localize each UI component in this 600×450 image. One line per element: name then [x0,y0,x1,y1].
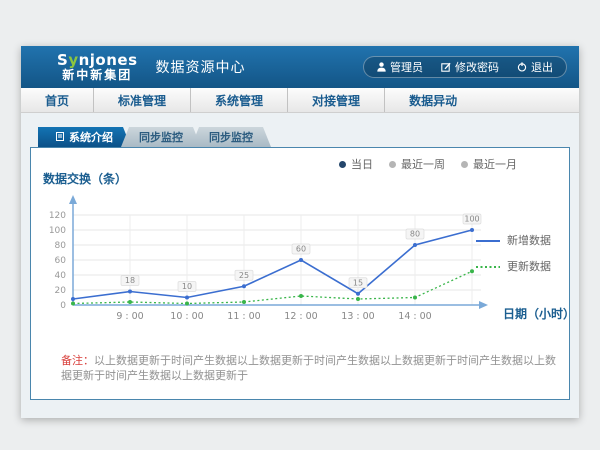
radio-dot-icon [339,161,346,168]
user-menu[interactable]: 管理员 [368,59,432,75]
app-header: Synjones 新中新集团 数据资源中心 管理员 修改密码 退出 [21,46,579,88]
change-password-button[interactable]: 修改密码 [432,59,508,75]
footnote: 备注：以上数据更新于时间产生数据以上数据更新于时间产生数据以上数据更新于时间产生… [61,354,561,384]
document-icon [56,131,64,144]
logo: Synjones 新中新集团 [57,53,138,81]
logout-label: 退出 [531,59,553,75]
tab-bar: 系统介绍 同步监控 同步监控 [38,127,570,147]
series-legend: 新增数据 更新数据 [476,232,551,274]
edit-icon [441,62,451,72]
svg-text:25: 25 [239,271,249,280]
chart-panel: 当日 最近一周 最近一月 数据交换（条） 0 20 40 60 80 100 120 9 : … [30,147,570,400]
svg-text:13 : 00: 13 : 00 [341,311,374,322]
svg-text:60: 60 [296,245,306,254]
radio-dot-icon [461,161,468,168]
nav-item-standard-mgmt[interactable]: 标准管理 [93,88,190,112]
tab-label: 同步监控 [139,129,183,145]
footnote-prefix: 备注： [61,354,94,367]
svg-text:100: 100 [49,226,66,236]
svg-text:9 : 00: 9 : 00 [116,311,143,322]
solid-line-icon [476,234,500,247]
legend-label: 新增数据 [507,232,551,248]
logo-company-name: 新中新集团 [57,69,138,82]
tab-label: 同步监控 [209,129,253,145]
tab-sync-monitor-1[interactable]: 同步监控 [121,127,201,147]
user-label: 管理员 [390,59,423,75]
svg-text:0: 0 [60,301,66,311]
nav-item-home[interactable]: 首页 [21,88,93,112]
radio-dot-icon [389,161,396,168]
x-axis-title: 日期（小时） [503,305,575,322]
y-axis-title: 数据交换（条） [43,170,127,187]
app-title: 数据资源中心 [156,57,246,77]
svg-text:40: 40 [55,271,67,281]
tab-label: 系统介绍 [69,129,113,145]
svg-text:80: 80 [410,230,420,239]
tab-system-intro[interactable]: 系统介绍 [38,127,131,147]
svg-text:100: 100 [464,215,479,224]
line-chart: 0 20 40 60 80 100 120 9 : 00 10 : 00 11 : 00 12 : … [37,193,537,333]
nav-item-data-change[interactable]: 数据异动 [384,88,481,112]
filter-today[interactable]: 当日 [339,156,373,172]
main-nav: 首页 标准管理 系统管理 对接管理 数据异动 [21,88,579,113]
svg-text:15: 15 [353,278,363,287]
svg-text:14 : 00: 14 : 00 [398,311,431,322]
svg-text:18: 18 [125,276,135,285]
user-toolbar: 管理员 修改密码 退出 [363,56,567,78]
svg-text:11 : 00: 11 : 00 [227,311,260,322]
change-password-label: 修改密码 [455,59,499,75]
filter-last-month[interactable]: 最近一月 [461,156,517,172]
filter-label: 最近一周 [401,156,445,172]
nav-item-system-mgmt[interactable]: 系统管理 [190,88,287,112]
app-window: Synjones 新中新集团 数据资源中心 管理员 修改密码 退出 [21,46,579,418]
svg-text:10: 10 [182,282,192,291]
logout-button[interactable]: 退出 [508,59,562,75]
filter-last-week[interactable]: 最近一周 [389,156,445,172]
svg-text:120: 120 [49,211,66,221]
time-filter-group: 当日 最近一周 最近一月 [339,156,517,172]
logo-wordmark: Synjones [57,53,138,69]
legend-label: 更新数据 [507,258,551,274]
svg-text:10 : 00: 10 : 00 [170,311,203,322]
filter-label: 当日 [351,156,373,172]
footnote-text: 以上数据更新于时间产生数据以上数据更新于时间产生数据以上数据更新于时间产生数据以… [61,354,556,382]
svg-text:60: 60 [55,256,67,266]
svg-text:12 : 00: 12 : 00 [284,311,317,322]
legend-item-new-data: 新增数据 [476,232,551,248]
tab-sync-monitor-2[interactable]: 同步监控 [191,127,271,147]
dotted-line-icon [476,260,500,273]
power-icon [517,62,527,72]
nav-item-integration-mgmt[interactable]: 对接管理 [287,88,384,112]
svg-text:80: 80 [55,241,67,251]
user-icon [377,62,386,72]
filter-label: 最近一月 [473,156,517,172]
svg-text:20: 20 [55,286,67,296]
content-area: 系统介绍 同步监控 同步监控 当日 最近一周 [21,113,579,400]
legend-item-updated-data: 更新数据 [476,258,551,274]
